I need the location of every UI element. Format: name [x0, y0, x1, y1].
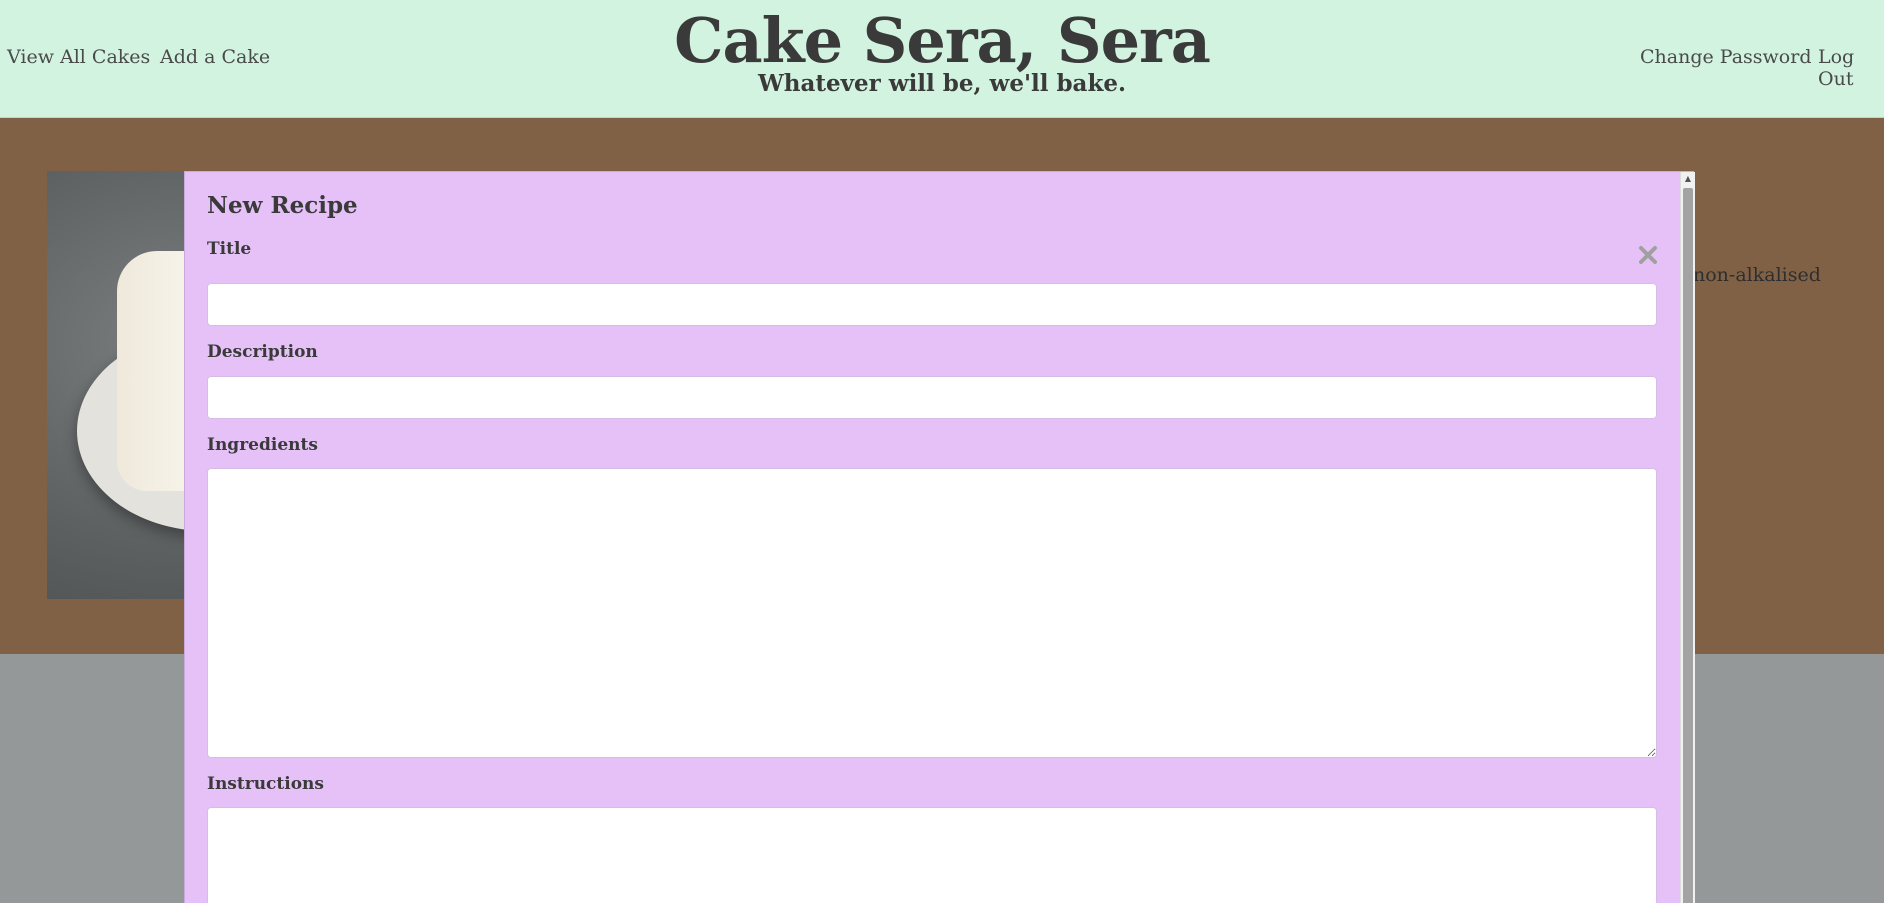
close-icon[interactable] [1637, 244, 1659, 266]
title-label: Title [207, 239, 252, 259]
scroll-up-arrow-icon[interactable]: ▲ [1681, 172, 1695, 186]
scrollbar-thumb[interactable] [1683, 188, 1693, 903]
description-label: Description [207, 342, 318, 362]
site-title[interactable]: Cake Sera, Sera [0, 4, 1884, 77]
recipe-text-snippet: non-alkalised [1693, 264, 1821, 286]
instructions-label: Instructions [207, 774, 324, 794]
modal-title: New Recipe [207, 192, 358, 219]
new-recipe-modal: New Recipe Title Description Ingredients… [184, 171, 1695, 903]
ingredients-textarea[interactable] [207, 468, 1657, 758]
nav-log-out[interactable]: Log Out [1818, 46, 1884, 90]
instructions-textarea[interactable] [207, 807, 1657, 903]
ingredients-label: Ingredients [207, 435, 318, 455]
site-header: View All Cakes Add a Cake Cake Sera, Ser… [0, 0, 1884, 118]
modal-scrollbar[interactable]: ▲ [1680, 172, 1695, 903]
title-input[interactable] [207, 283, 1657, 326]
description-input[interactable] [207, 376, 1657, 419]
page: View All Cakes Add a Cake Cake Sera, Ser… [0, 0, 1884, 903]
nav-change-password[interactable]: Change Password [1640, 46, 1812, 68]
site-tagline: Whatever will be, we'll bake. [757, 70, 1127, 97]
